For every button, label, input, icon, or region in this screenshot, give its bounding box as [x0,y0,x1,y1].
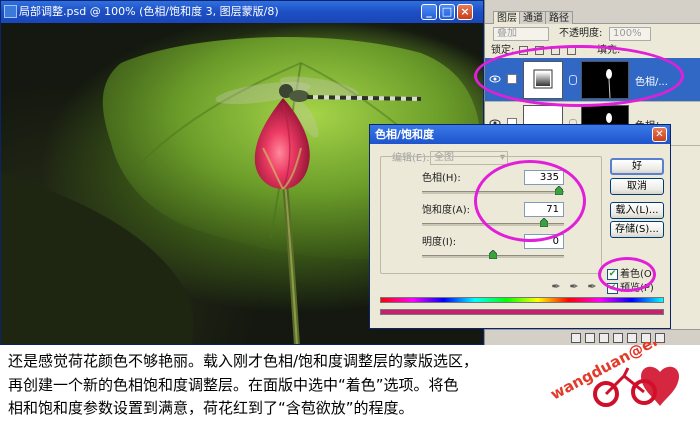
lock-position-icon[interactable] [551,46,560,55]
fill-label: 填充: [597,45,621,56]
hue-input[interactable]: 335 [524,170,564,185]
dialog-close-button[interactable]: ✕ [652,127,667,142]
eyedropper-minus-icon[interactable]: ✒ [586,281,598,293]
eyedropper-plus-icon[interactable]: ✒ [568,281,580,293]
eyedropper-icon[interactable]: ✒ [550,281,562,293]
hue-slider-track[interactable] [422,191,564,194]
document-titlebar[interactable]: 局部调整.psd @ 100% (色相/饱和度 3, 图层蒙版/8) _ □ × [1,1,483,23]
tab-paths[interactable]: 路径 [545,11,573,24]
hue-label: 色相(H): [422,173,461,184]
input-hue-bar [380,297,664,303]
tab-channels[interactable]: 通道 [519,11,547,24]
lock-label: 锁定: [491,45,515,56]
opacity-label: 不透明度: [559,28,603,39]
panel-tab-bar: 图层 通道 路径 [485,0,700,24]
layer-row[interactable]: 色相/... [485,58,700,102]
blend-opacity-row: 叠加 不透明度: 100% [485,26,700,42]
close-button[interactable]: × [457,4,473,20]
lightness-slider-thumb[interactable] [489,250,497,259]
caption-line: 还是感觉荷花颜色不够艳丽。载入刚才色相/饱和度调整层的蒙版选区， [8,352,479,370]
load-button[interactable]: 载入(L)... [610,202,664,219]
caption-line: 相和饱和度参数设置到满意，荷花红到了“含苞欲放”的程度。 [8,399,414,417]
document-title: 局部调整.psd @ 100% (色相/饱和度 3, 图层蒙版/8) [19,5,279,18]
layer-link-box[interactable] [507,74,517,84]
caption-line: 再创建一个新的色相饱和度调整层。在面版中选中“着色”选项。将色 [8,375,459,394]
saturation-label: 饱和度(A): [422,205,471,216]
cancel-button[interactable]: 取消 [610,178,664,195]
tab-layers[interactable]: 图层 [493,11,521,24]
hue-slider-thumb[interactable] [555,186,564,195]
heart-icon [641,366,679,406]
saturation-slider-thumb[interactable] [540,218,549,227]
saturation-input[interactable]: 71 [524,202,564,217]
output-hue-bar [380,309,664,315]
photoshop-document-icon [4,5,17,18]
minimize-button[interactable]: _ [421,4,437,20]
layer-name: 色相/... [635,77,668,88]
adjustment-thumbnail-icon[interactable] [523,61,563,99]
lightness-label: 明度(I): [422,237,457,248]
chain-link-icon[interactable] [569,75,577,85]
lock-fill-row: 锁定: 填充: [485,43,700,59]
save-button[interactable]: 存储(S)... [610,221,664,238]
preview-checkbox[interactable]: ✔ [607,283,618,294]
dialog-titlebar[interactable]: 色相/饱和度 ✕ [370,125,670,144]
ok-button[interactable]: 好 [610,158,664,175]
tutorial-caption: 还是感觉荷花颜色不够艳丽。载入刚才色相/饱和度调整层的蒙版选区， 再创建一个新的… [8,350,568,421]
colorize-checkbox[interactable]: ✔ [607,269,618,280]
hue-saturation-dialog: 色相/饱和度 ✕ 编辑(E): 全图 ▾ 色相(H): 335 饱和度(A): 7… [369,124,671,329]
preview-label: 预览(P) [620,283,654,294]
eye-visibility-icon[interactable] [489,74,501,84]
layer-mask-thumbnail[interactable] [581,61,629,99]
colorize-label: 着色(O) [620,269,656,280]
lock-pixels-icon[interactable] [535,46,544,55]
lightness-input[interactable]: 0 [524,234,564,249]
opacity-input[interactable]: 100% [609,27,651,41]
lock-transparency-icon[interactable] [519,46,528,55]
lock-all-icon[interactable] [567,46,576,55]
maximize-button[interactable]: □ [439,4,455,20]
dialog-title: 色相/饱和度 [375,128,435,141]
blend-mode-select[interactable]: 叠加 [493,27,549,41]
watermark-logo: wangduan@eNet [548,342,682,407]
